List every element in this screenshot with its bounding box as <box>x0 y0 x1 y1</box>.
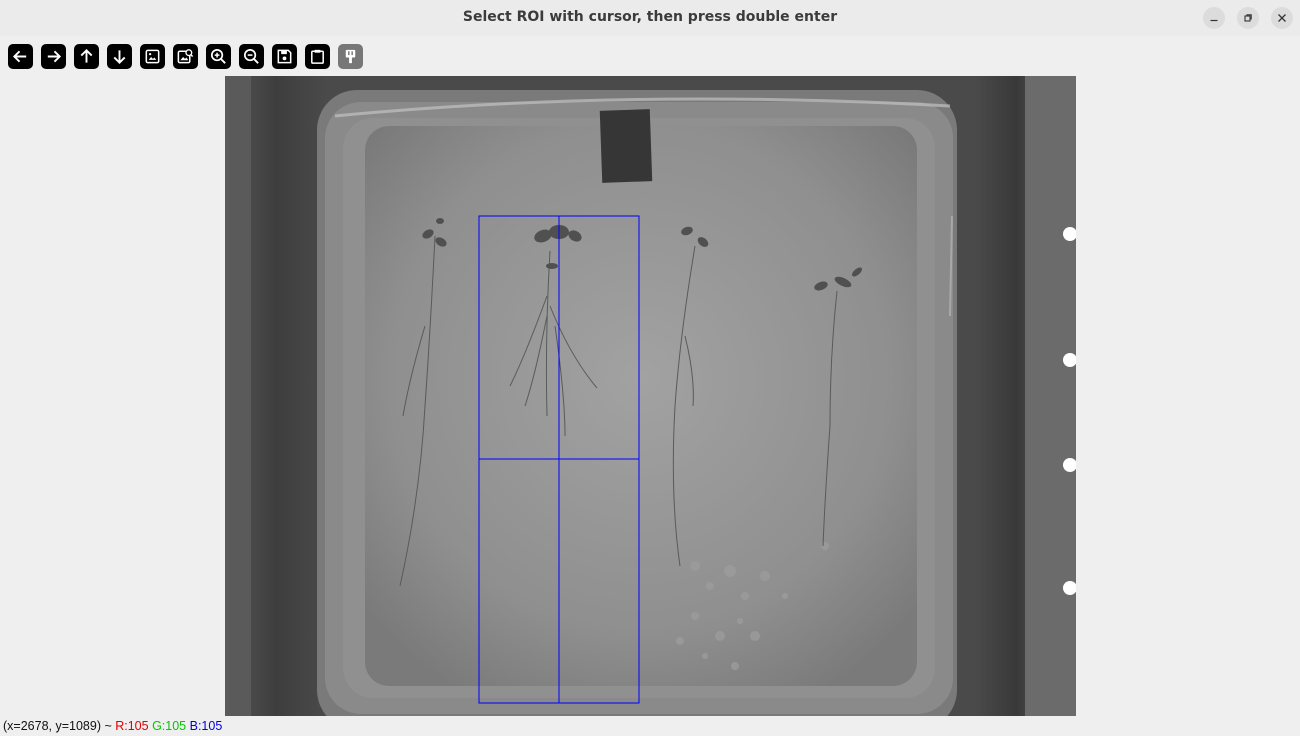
copy-clipboard-icon <box>311 49 324 64</box>
zoom-fit-button[interactable] <box>173 44 198 69</box>
pan-up-icon <box>80 48 93 63</box>
copy-clipboard-button[interactable] <box>305 44 330 69</box>
cursor-coordinates: (x=2678, y=1089) ~ <box>3 719 116 733</box>
zoom-actual-size-icon <box>145 49 160 64</box>
properties-button[interactable] <box>338 44 363 69</box>
close-icon <box>1278 14 1286 22</box>
minimize-button[interactable] <box>1203 7 1225 29</box>
zoom-out-icon <box>243 48 259 64</box>
restore-button[interactable] <box>1237 7 1259 29</box>
restore-icon <box>1244 14 1252 22</box>
properties-icon <box>345 49 356 64</box>
pan-left-button[interactable] <box>8 44 33 69</box>
plate-image <box>225 76 1076 716</box>
pixel-blue-value: B:105 <box>189 719 223 733</box>
pan-left-icon <box>12 50 27 63</box>
save-icon <box>277 49 292 64</box>
pixel-green-value: G:105 <box>152 719 187 733</box>
status-bar: (x=2678, y=1089) ~ R:105 G:105 B:105 <box>3 719 222 735</box>
window-titlebar: Select ROI with cursor, then press doubl… <box>0 0 1300 36</box>
toolbar <box>0 36 1300 76</box>
pan-down-icon <box>113 50 126 65</box>
window-title: Select ROI with cursor, then press doubl… <box>462 9 838 25</box>
save-button[interactable] <box>272 44 297 69</box>
zoom-fit-icon <box>177 49 194 64</box>
zoom-in-icon <box>210 48 226 64</box>
pan-right-button[interactable] <box>41 44 66 69</box>
image-canvas[interactable] <box>225 76 1076 716</box>
zoom-actual-size-button[interactable] <box>140 44 165 69</box>
pan-right-icon <box>47 50 62 63</box>
zoom-in-button[interactable] <box>206 44 231 69</box>
zoom-out-button[interactable] <box>239 44 264 69</box>
pan-up-button[interactable] <box>74 44 99 69</box>
close-button[interactable] <box>1271 7 1293 29</box>
minimize-icon <box>1210 19 1218 22</box>
pan-down-button[interactable] <box>107 44 132 69</box>
pixel-red-value: R:105 <box>115 719 149 733</box>
